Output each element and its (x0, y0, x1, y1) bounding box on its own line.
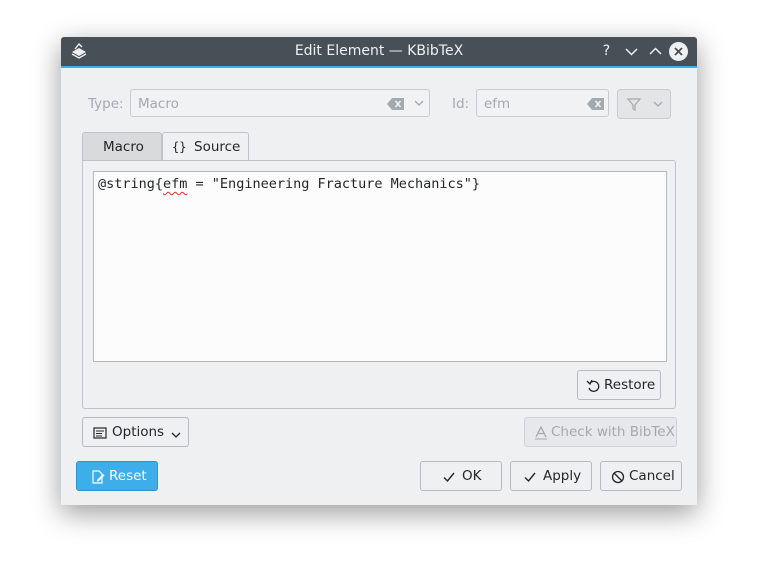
tab-source[interactable]: {} Source (162, 132, 249, 162)
apply-button[interactable]: Apply (510, 461, 592, 491)
type-combobox[interactable]: Macro (130, 89, 430, 117)
undo-arrow-icon (586, 379, 600, 392)
chevron-down-icon (171, 432, 181, 438)
close-window-icon[interactable] (669, 42, 688, 61)
type-value: Macro (138, 96, 179, 112)
clear-type-icon[interactable] (387, 98, 405, 110)
check-with-bibtex-button[interactable]: Check with BibTeX (524, 417, 677, 447)
checkmark-icon (524, 472, 536, 483)
title-accent-line (61, 66, 697, 68)
tab-source-label: Source (194, 139, 241, 155)
text-check-icon (535, 426, 547, 440)
restore-button[interactable]: Restore (577, 370, 661, 400)
ok-button[interactable]: OK (420, 461, 502, 491)
type-label: Type: (88, 96, 124, 112)
options-button[interactable]: Options (82, 417, 189, 447)
cancel-circle-icon (611, 470, 625, 484)
source-braces-icon: {} (172, 140, 187, 154)
minimize-chevron-icon[interactable] (622, 42, 641, 61)
tab-macro-label: Macro (103, 139, 144, 155)
filter-funnel-icon (627, 98, 641, 111)
reset-button[interactable]: Reset (76, 461, 158, 491)
source-tab-pane: @string{efm = "Engineering Fracture Mech… (82, 160, 676, 409)
chevron-down-icon (653, 101, 663, 107)
help-button[interactable]: ? (597, 42, 616, 61)
clear-id-icon[interactable] (587, 98, 605, 110)
edit-element-dialog: Edit Element — KBibTeX ? Type: Macro Id:… (61, 37, 697, 505)
id-input[interactable]: efm (476, 89, 609, 117)
source-editor[interactable]: @string{efm = "Engineering Fracture Mech… (93, 171, 667, 362)
id-suggestions-button[interactable] (617, 89, 671, 119)
options-list-icon (93, 427, 107, 439)
id-value: efm (484, 96, 511, 112)
source-text[interactable]: @string{efm = "Engineering Fracture Mech… (98, 176, 480, 192)
tab-macro[interactable]: Macro (82, 132, 162, 161)
id-label: Id: (452, 96, 470, 112)
chevron-down-icon[interactable] (414, 98, 424, 108)
maximize-chevron-icon[interactable] (646, 42, 665, 61)
title-bar[interactable]: Edit Element — KBibTeX ? (61, 37, 697, 68)
document-edit-icon (92, 470, 105, 484)
spellcheck-underlined-word: efm (163, 176, 188, 192)
cancel-button[interactable]: Cancel (600, 461, 682, 491)
checkmark-icon (443, 472, 455, 483)
